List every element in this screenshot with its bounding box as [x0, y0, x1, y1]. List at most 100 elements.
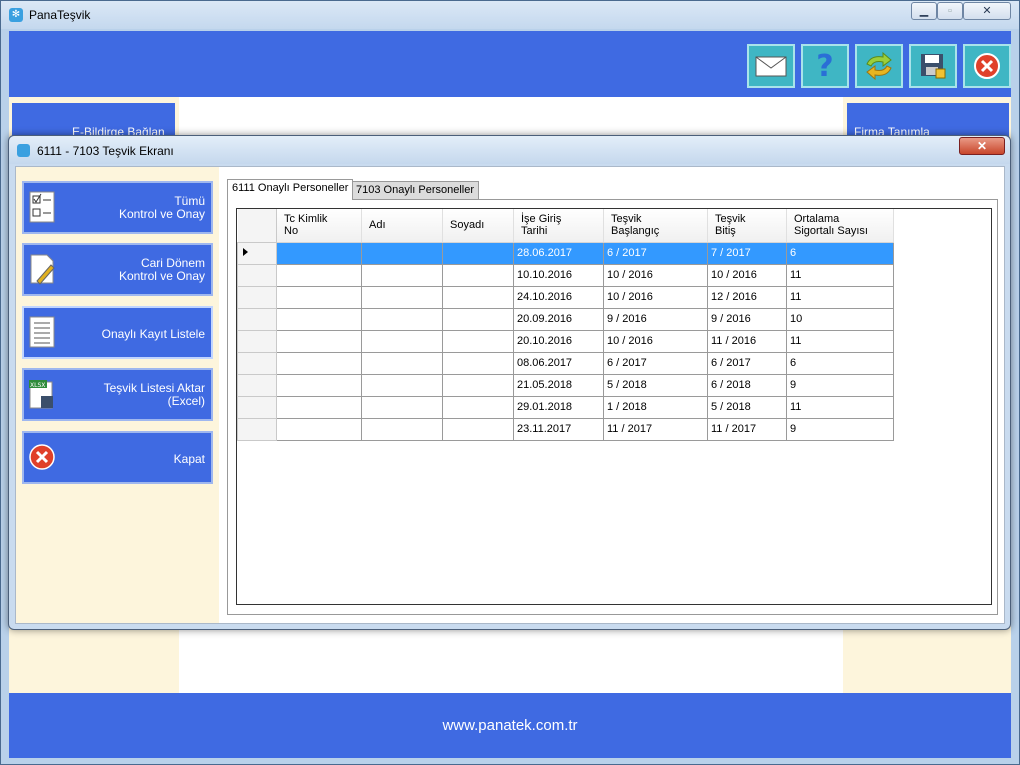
table-cell[interactable]: 08.06.2017: [513, 351, 604, 375]
table-cell[interactable]: 10: [786, 307, 894, 331]
table-cell[interactable]: 11: [786, 329, 894, 353]
table-cell[interactable]: [361, 241, 443, 265]
table-cell[interactable]: [276, 285, 362, 309]
table-cell[interactable]: [361, 263, 443, 287]
table-cell[interactable]: [361, 307, 443, 331]
table-cell[interactable]: 11 / 2017: [707, 417, 787, 441]
table-cell[interactable]: 12 / 2016: [707, 285, 787, 309]
table-cell[interactable]: 10 / 2016: [707, 263, 787, 287]
table-cell[interactable]: 5 / 2018: [707, 395, 787, 419]
table-row[interactable]: 20.09.2016 9 / 2016 9 / 2016 10: [237, 307, 894, 331]
tesvik-excel-aktar-button[interactable]: XLSX Teşvik Listesi Aktar (Excel): [22, 368, 213, 421]
save-button[interactable]: [909, 44, 957, 88]
dialog-close-button[interactable]: ✕: [959, 137, 1005, 155]
table-cell[interactable]: 11: [786, 285, 894, 309]
col-tesvik-baslangic[interactable]: Teşvik Başlangıç: [603, 209, 708, 243]
maximize-button[interactable]: ▫: [937, 2, 963, 20]
table-cell[interactable]: [442, 241, 514, 265]
table-row[interactable]: 29.01.2018 1 / 2018 5 / 2018 11: [237, 395, 894, 419]
table-cell[interactable]: 20.10.2016: [513, 329, 604, 353]
table-cell[interactable]: 29.01.2018: [513, 395, 604, 419]
table-cell[interactable]: 24.10.2016: [513, 285, 604, 309]
tab-7103-onayli[interactable]: 7103 Onaylı Personeller: [351, 181, 480, 200]
table-row[interactable]: 21.05.2018 5 / 2018 6 / 2018 9: [237, 373, 894, 397]
col-adi[interactable]: Adı: [361, 209, 443, 243]
table-cell[interactable]: [442, 373, 514, 397]
table-cell[interactable]: [442, 417, 514, 441]
table-row[interactable]: 08.06.2017 6 / 2017 6 / 2017 6: [237, 351, 894, 375]
table-cell[interactable]: 21.05.2018: [513, 373, 604, 397]
kapat-button[interactable]: Kapat: [22, 431, 213, 484]
table-cell[interactable]: [276, 417, 362, 441]
table-cell[interactable]: 10 / 2016: [603, 285, 708, 309]
minimize-button[interactable]: ▁: [911, 2, 937, 20]
row-header[interactable]: [237, 263, 277, 287]
row-header[interactable]: [237, 351, 277, 375]
col-tc-kimlik[interactable]: Tc Kimlik No: [276, 209, 362, 243]
tumu-kontrol-button[interactable]: Tümü Kontrol ve Onay: [22, 181, 213, 234]
table-cell[interactable]: 1 / 2018: [603, 395, 708, 419]
table-cell[interactable]: 11 / 2017: [603, 417, 708, 441]
table-cell[interactable]: 11: [786, 395, 894, 419]
table-cell[interactable]: [442, 263, 514, 287]
col-ortalama-sigortali[interactable]: Ortalama Sigortalı Sayısı: [786, 209, 894, 243]
row-header[interactable]: [237, 395, 277, 419]
table-row[interactable]: 23.11.2017 11 / 2017 11 / 2017 9: [237, 417, 894, 441]
table-cell[interactable]: [361, 373, 443, 397]
table-cell[interactable]: 9 / 2016: [707, 307, 787, 331]
cari-donem-button[interactable]: Cari Dönem Kontrol ve Onay: [22, 243, 213, 296]
table-cell[interactable]: [276, 395, 362, 419]
table-cell[interactable]: [442, 395, 514, 419]
table-cell[interactable]: [276, 241, 362, 265]
table-cell[interactable]: 20.09.2016: [513, 307, 604, 331]
table-cell[interactable]: [361, 395, 443, 419]
table-cell[interactable]: [276, 307, 362, 331]
tab-6111-onayli[interactable]: 6111 Onaylı Personeller: [227, 179, 354, 200]
footer-url[interactable]: www.panatek.com.tr: [442, 717, 577, 734]
table-cell[interactable]: 9 / 2016: [603, 307, 708, 331]
table-row[interactable]: 28.06.2017 6 / 2017 7 / 2017 6: [237, 241, 894, 265]
table-cell[interactable]: [276, 373, 362, 397]
table-cell[interactable]: [276, 329, 362, 353]
table-cell[interactable]: 6 / 2017: [707, 351, 787, 375]
table-cell[interactable]: [361, 329, 443, 353]
row-header[interactable]: [237, 373, 277, 397]
table-cell[interactable]: 7 / 2017: [707, 241, 787, 265]
table-cell[interactable]: [361, 417, 443, 441]
onayli-kayit-listele-button[interactable]: Onaylı Kayıt Listele: [22, 306, 213, 359]
table-cell[interactable]: [442, 351, 514, 375]
table-cell[interactable]: [361, 351, 443, 375]
table-cell[interactable]: [276, 263, 362, 287]
table-cell[interactable]: 9: [786, 417, 894, 441]
table-cell[interactable]: 10 / 2016: [603, 329, 708, 353]
table-cell[interactable]: 10.10.2016: [513, 263, 604, 287]
col-soyadi[interactable]: Soyadı: [442, 209, 514, 243]
help-button[interactable]: ?: [801, 44, 849, 88]
table-cell[interactable]: 6 / 2017: [603, 351, 708, 375]
row-header[interactable]: [237, 307, 277, 331]
close-window-button[interactable]: ✕: [963, 2, 1011, 20]
table-cell[interactable]: 6 / 2018: [707, 373, 787, 397]
table-cell[interactable]: [442, 285, 514, 309]
table-row[interactable]: 20.10.2016 10 / 2016 11 / 2016 11: [237, 329, 894, 353]
table-cell[interactable]: 10 / 2016: [603, 263, 708, 287]
refresh-button[interactable]: [855, 44, 903, 88]
row-header[interactable]: [237, 329, 277, 353]
table-cell[interactable]: 6: [786, 241, 894, 265]
table-cell[interactable]: 11 / 2016: [707, 329, 787, 353]
table-cell[interactable]: 6 / 2017: [603, 241, 708, 265]
table-cell[interactable]: 11: [786, 263, 894, 287]
mail-button[interactable]: [747, 44, 795, 88]
row-header[interactable]: [237, 417, 277, 441]
table-cell[interactable]: [442, 329, 514, 353]
table-cell[interactable]: 6: [786, 351, 894, 375]
table-row[interactable]: 24.10.2016 10 / 2016 12 / 2016 11: [237, 285, 894, 309]
row-header[interactable]: [237, 285, 277, 309]
col-ise-giris[interactable]: İşe Giriş Tarihi: [513, 209, 604, 243]
table-cell[interactable]: [442, 307, 514, 331]
table-cell[interactable]: 5 / 2018: [603, 373, 708, 397]
row-header[interactable]: [237, 241, 277, 265]
table-cell[interactable]: 28.06.2017: [513, 241, 604, 265]
table-cell[interactable]: 23.11.2017: [513, 417, 604, 441]
table-cell[interactable]: [276, 351, 362, 375]
